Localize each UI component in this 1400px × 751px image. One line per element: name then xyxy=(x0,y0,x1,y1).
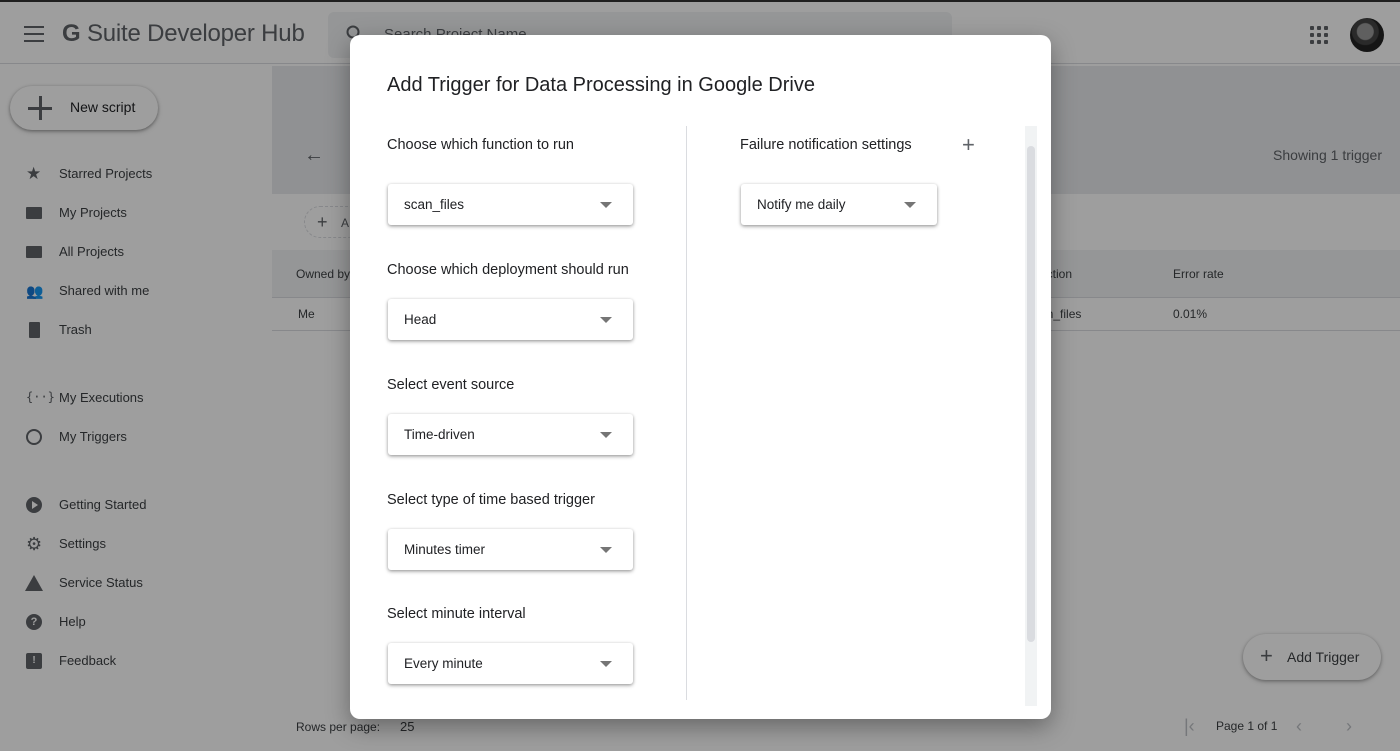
failure-notification-label: Failure notification settings xyxy=(740,137,912,153)
function-label: Choose which function to run xyxy=(387,137,574,153)
event-source-label: Select event source xyxy=(387,377,515,393)
dropdown-arrow-icon xyxy=(904,202,916,208)
scrollbar-thumb[interactable] xyxy=(1027,146,1035,642)
column-divider xyxy=(686,126,687,700)
failure-notification-select-value: Notify me daily xyxy=(757,197,846,212)
dropdown-arrow-icon xyxy=(600,432,612,438)
deployment-label: Choose which deployment should run xyxy=(387,262,629,278)
dropdown-arrow-icon xyxy=(600,661,612,667)
event-source-select[interactable]: Time-driven xyxy=(388,414,633,455)
dialog-title: Add Trigger for Data Processing in Googl… xyxy=(387,74,815,96)
dropdown-arrow-icon xyxy=(600,317,612,323)
time-trigger-type-select-value: Minutes timer xyxy=(404,542,486,557)
deployment-select[interactable]: Head xyxy=(388,299,633,340)
minute-interval-select-value: Every minute xyxy=(404,656,483,671)
function-select[interactable]: scan_files xyxy=(388,184,633,225)
dropdown-arrow-icon xyxy=(600,547,612,553)
minute-interval-label: Select minute interval xyxy=(387,606,526,622)
time-trigger-type-select[interactable]: Minutes timer xyxy=(388,529,633,570)
minute-interval-select[interactable]: Every minute xyxy=(388,643,633,684)
event-source-select-value: Time-driven xyxy=(404,427,475,442)
dropdown-arrow-icon xyxy=(600,202,612,208)
add-notification-icon[interactable]: + xyxy=(962,134,975,156)
add-trigger-dialog: Add Trigger for Data Processing in Googl… xyxy=(350,35,1051,719)
deployment-select-value: Head xyxy=(404,312,437,327)
failure-notification-select[interactable]: Notify me daily xyxy=(741,184,937,225)
function-select-value: scan_files xyxy=(404,197,465,212)
time-trigger-type-label: Select type of time based trigger xyxy=(387,492,595,508)
